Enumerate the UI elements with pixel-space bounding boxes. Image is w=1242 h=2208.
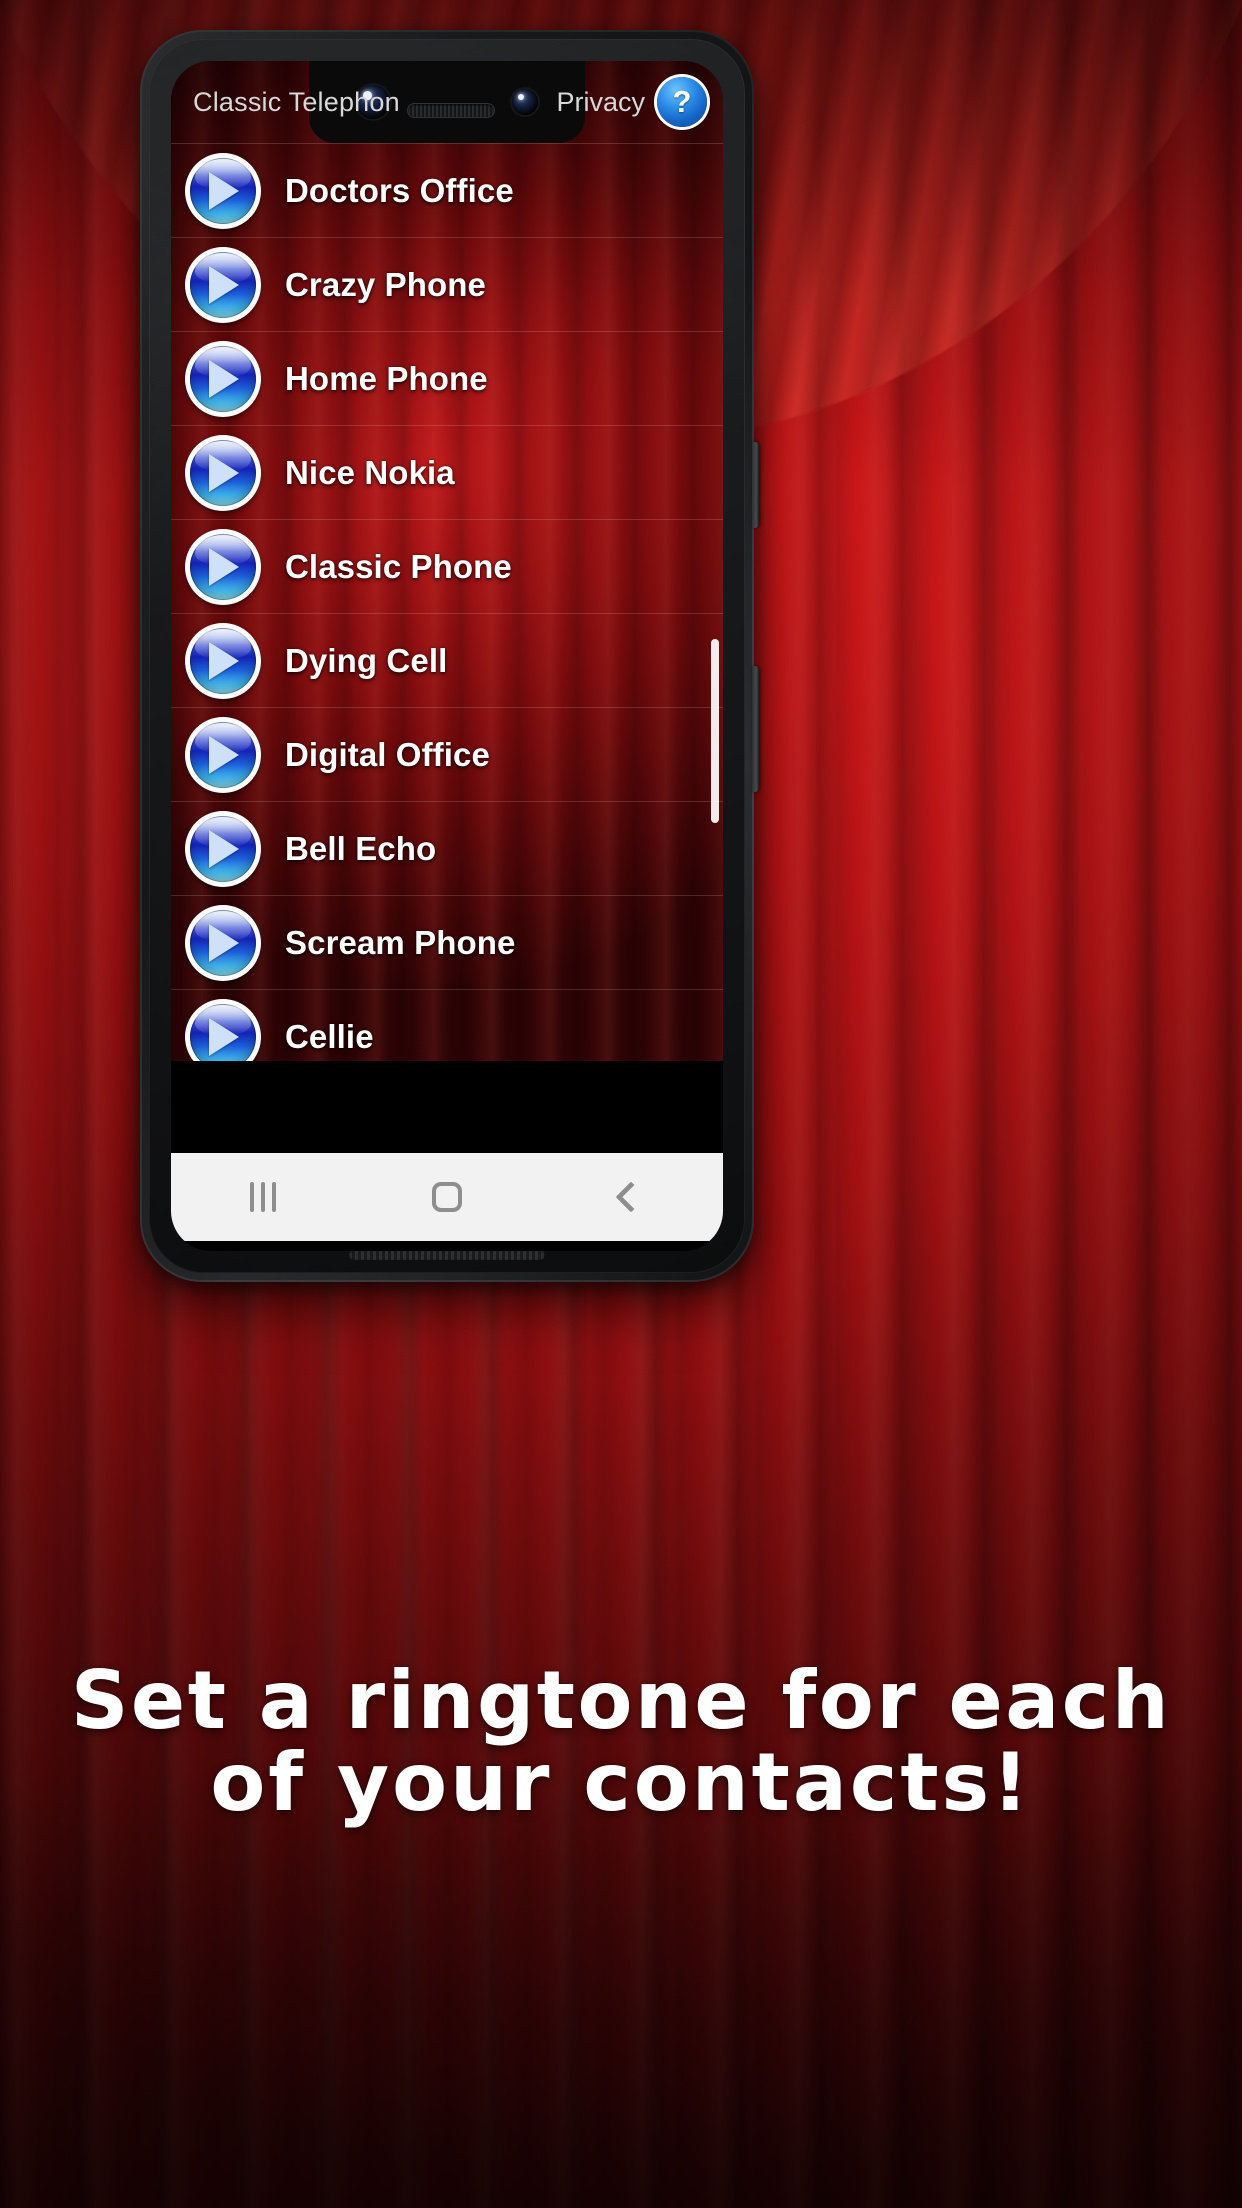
play-triangle-icon	[209, 829, 240, 868]
play-button[interactable]	[185, 246, 261, 323]
scrollbar-track[interactable]	[711, 144, 720, 1061]
ringtone-row[interactable]: Scream Phone	[171, 896, 723, 990]
play-triangle-icon	[209, 923, 240, 962]
play-triangle-icon	[209, 453, 240, 492]
play-icon	[190, 251, 256, 318]
play-icon	[190, 345, 256, 412]
play-button[interactable]	[185, 434, 261, 511]
play-icon	[190, 815, 256, 882]
help-button[interactable]: ?	[657, 77, 707, 127]
play-triangle-icon	[209, 359, 240, 398]
play-button[interactable]	[185, 998, 261, 1061]
play-icon	[190, 439, 256, 506]
privacy-link[interactable]: Privacy	[556, 87, 645, 118]
phone-mockup: Classic Telephon Privacy ? Doctors Offic…	[140, 30, 759, 1282]
play-triangle-icon	[209, 735, 240, 774]
play-button[interactable]	[185, 716, 261, 793]
play-icon	[190, 721, 256, 788]
phone-screen: Classic Telephon Privacy ? Doctors Offic…	[171, 61, 723, 1251]
ringtone-row[interactable]: Crazy Phone	[171, 238, 723, 332]
play-triangle-icon	[209, 265, 240, 304]
home-icon	[432, 1182, 462, 1212]
android-nav-bar	[171, 1153, 723, 1241]
play-triangle-icon	[209, 1017, 240, 1056]
ringtone-row[interactable]: Dying Cell	[171, 614, 723, 708]
ringtone-name: Crazy Phone	[285, 265, 486, 303]
ringtone-name: Cellie	[285, 1017, 374, 1055]
volume-button[interactable]	[752, 666, 759, 792]
recents-button[interactable]	[208, 1153, 318, 1241]
home-button[interactable]	[392, 1153, 502, 1241]
ringtone-row[interactable]: Cellie	[171, 990, 723, 1061]
play-icon	[190, 909, 256, 976]
play-button[interactable]	[185, 810, 261, 887]
ringtone-row[interactable]: Nice Nokia	[171, 426, 723, 520]
ringtone-row[interactable]: Home Phone	[171, 332, 723, 426]
play-triangle-icon	[209, 547, 240, 586]
recents-icon	[250, 1182, 276, 1212]
play-triangle-icon	[209, 171, 240, 210]
play-icon	[190, 157, 256, 224]
ringtone-name: Scream Phone	[285, 923, 516, 961]
ringtone-row[interactable]: Digital Office	[171, 708, 723, 802]
play-icon	[190, 627, 256, 694]
caption-line-2: of your contacts!	[210, 1736, 1032, 1830]
phone-bezel: Classic Telephon Privacy ? Doctors Offic…	[149, 39, 745, 1273]
ringtone-list[interactable]: Doctors Office Crazy Phone Home Phone Nice …	[171, 143, 723, 1061]
screenshot-stage: Classic Telephon Privacy ? Doctors Offic…	[0, 0, 1242, 2208]
play-button[interactable]	[185, 340, 261, 417]
screen-bottom-pad	[171, 1241, 723, 1251]
ringtone-row[interactable]: Doctors Office	[171, 144, 723, 238]
ringtone-name: Home Phone	[285, 359, 488, 397]
back-button[interactable]	[576, 1153, 686, 1241]
play-button[interactable]	[185, 528, 261, 605]
play-triangle-icon	[209, 641, 240, 680]
power-button[interactable]	[752, 442, 759, 528]
play-button[interactable]	[185, 622, 261, 699]
ringtone-name: Doctors Office	[285, 171, 514, 209]
ringtone-name: Digital Office	[285, 735, 490, 773]
ringtone-row[interactable]: Bell Echo	[171, 802, 723, 896]
scrollbar-thumb[interactable]	[711, 639, 719, 823]
question-mark-help-icon: ?	[672, 83, 692, 119]
ringtone-name: Bell Echo	[285, 829, 437, 867]
ringtone-name: Dying Cell	[285, 641, 448, 679]
list-bottom-spacer	[171, 1061, 723, 1153]
app-header: Classic Telephon Privacy ?	[171, 61, 723, 143]
ringtone-name: Classic Phone	[285, 547, 512, 585]
promo-caption: Set a ringtone for each of your contacts…	[0, 1654, 1242, 1830]
ringtone-name: Nice Nokia	[285, 453, 455, 491]
play-icon	[190, 533, 256, 600]
play-button[interactable]	[185, 904, 261, 981]
play-button[interactable]	[185, 152, 261, 229]
page-title: Classic Telephon	[193, 86, 400, 117]
ringtone-app: Classic Telephon Privacy ? Doctors Offic…	[171, 61, 723, 1251]
header-actions: Privacy ?	[556, 61, 707, 143]
caption-line-1: Set a ringtone for each	[70, 1654, 1172, 1747]
back-chevron-icon	[615, 1181, 647, 1213]
ringtone-row[interactable]: Classic Phone	[171, 520, 723, 614]
play-icon	[190, 1003, 256, 1061]
